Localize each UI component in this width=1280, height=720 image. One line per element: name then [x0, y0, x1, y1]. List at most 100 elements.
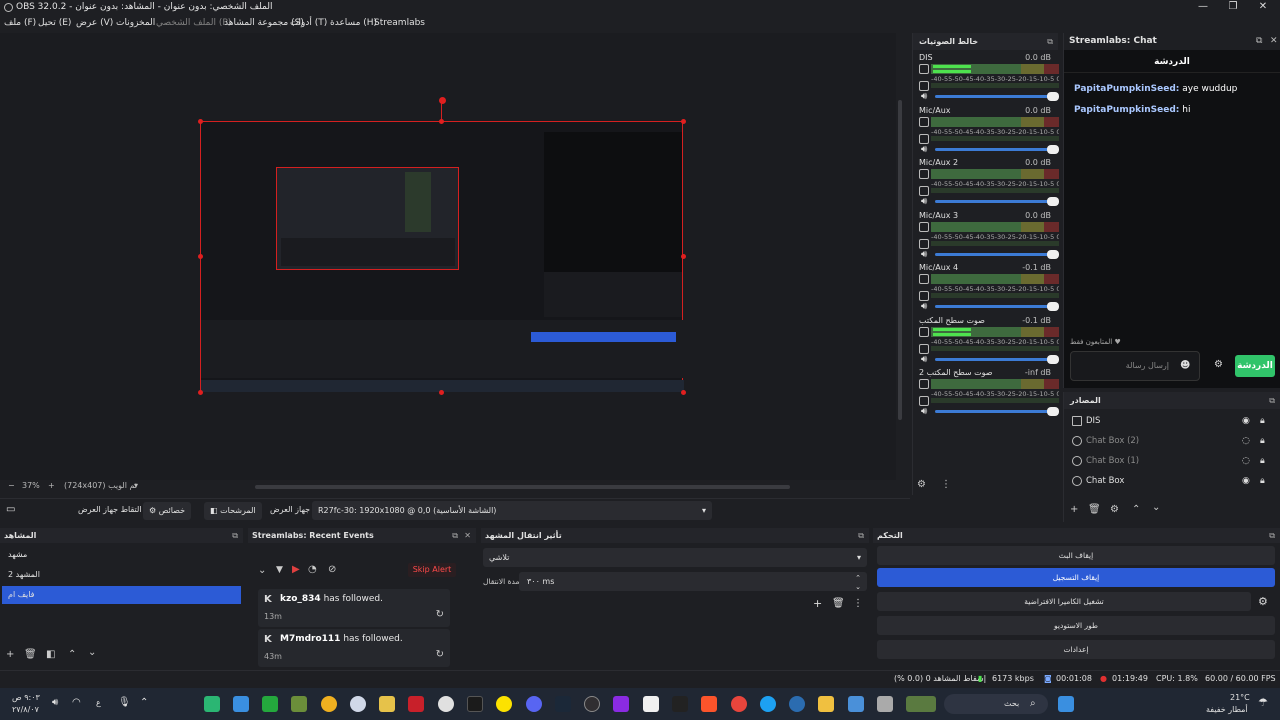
- mic-icon[interactable]: 🎙︎: [118, 697, 131, 708]
- menu-help[interactable]: مساعدة (H): [330, 18, 377, 28]
- collapse-icon[interactable]: ⌄: [258, 565, 266, 576]
- filter-icon[interactable]: ▼: [276, 565, 283, 575]
- start-virtual-camera-button[interactable]: تشغيل الكاميرا الافتراضية: [877, 592, 1251, 611]
- audio-properties-icon[interactable]: [919, 379, 929, 389]
- lock-icon[interactable]: 🔒︎: [1260, 411, 1265, 431]
- volume-slider[interactable]: [935, 144, 1059, 154]
- volume-slider-knob[interactable]: [1047, 407, 1059, 416]
- chat-send-button[interactable]: الدردشة: [1235, 355, 1275, 377]
- volume-slider[interactable]: [935, 92, 1059, 101]
- folder-icon[interactable]: [818, 696, 834, 712]
- xbox-icon[interactable]: [262, 696, 278, 712]
- undock-icon[interactable]: ⧉: [1269, 392, 1275, 409]
- search-box[interactable]: بحث ⌕: [944, 694, 1048, 714]
- chevron-down-icon[interactable]: ⌄: [88, 647, 96, 658]
- trash-icon[interactable]: 🗑︎: [24, 649, 37, 660]
- speaker-icon[interactable]: 🔊︎: [921, 196, 927, 207]
- brave-icon[interactable]: [701, 696, 717, 712]
- stop-recording-button[interactable]: إيقاف التسجيل: [877, 568, 1275, 587]
- mixer-menu-icon[interactable]: ⋮: [941, 479, 951, 490]
- zoom-out-button[interactable]: −: [8, 481, 15, 490]
- chat-username[interactable]: PapitaPumpkinSeed:: [1074, 105, 1179, 115]
- chat-username[interactable]: PapitaPumpkinSeed:: [1074, 84, 1179, 94]
- stop-streaming-button[interactable]: إيقاف البث: [877, 546, 1275, 565]
- chevron-down-icon[interactable]: ⌄: [1152, 502, 1160, 513]
- scene-item[interactable]: مشهد: [2, 546, 241, 564]
- obs-taskbar-icon[interactable]: [584, 696, 600, 712]
- repeat-icon[interactable]: ↻: [436, 609, 444, 620]
- skip-alert-button[interactable]: Skip Alert: [408, 563, 456, 577]
- volume-slider[interactable]: [935, 354, 1059, 364]
- chevron-up-icon[interactable]: ⌃: [68, 649, 76, 660]
- resize-handle-l[interactable]: [198, 254, 203, 259]
- duration-input[interactable]: ٣٠٠ ms ⌃ ⌄: [519, 572, 867, 591]
- resize-handle-r[interactable]: [681, 254, 686, 259]
- edge-icon-2[interactable]: [789, 696, 805, 712]
- zoom-dropdown-icon[interactable]: ▾: [134, 481, 138, 490]
- menu-streamlabs[interactable]: Streamlabs: [374, 18, 425, 28]
- preview-scrollbar-horizontal[interactable]: [255, 485, 790, 489]
- app-icon-6[interactable]: [350, 696, 366, 712]
- language-indicator[interactable]: ع: [96, 698, 101, 707]
- play-icon[interactable]: ▶: [292, 564, 300, 575]
- volume-slider[interactable]: [935, 249, 1059, 259]
- studio-mode-button[interactable]: طور الاستوديو: [877, 616, 1275, 635]
- eye-hidden-icon[interactable]: ◌: [1242, 431, 1250, 451]
- add-icon[interactable]: +: [6, 649, 14, 660]
- scene-item[interactable]: فايف ام: [2, 586, 241, 604]
- filters-button[interactable]: ◧ المرشحات: [204, 502, 262, 520]
- chrome-icon[interactable]: [731, 696, 747, 712]
- close-button[interactable]: ✕: [1248, 0, 1278, 15]
- rotation-handle[interactable]: [439, 97, 446, 104]
- menu-dots-icon[interactable]: ⋮: [853, 598, 863, 609]
- mixer-settings-icon[interactable]: ⚙: [917, 479, 926, 490]
- trash-icon[interactable]: 🗑︎: [832, 598, 845, 609]
- chevron-up-icon[interactable]: ⌃: [1132, 504, 1140, 515]
- volume-icon[interactable]: 🔊︎: [52, 697, 58, 708]
- undock-icon[interactable]: ⧉: [1047, 33, 1053, 50]
- app-icon-1[interactable]: [204, 696, 220, 712]
- menu-view[interactable]: عرض (V): [76, 18, 113, 28]
- undock-icon[interactable]: ⧉: [452, 528, 458, 543]
- app-icon-2[interactable]: [233, 696, 249, 712]
- app-icon-9[interactable]: [438, 696, 454, 712]
- close-icon[interactable]: ✕: [464, 528, 471, 543]
- audio-properties-icon[interactable]: [919, 116, 929, 127]
- source-item[interactable]: DIS ◉ 🔒︎: [1070, 411, 1275, 431]
- pause-alerts-icon[interactable]: ⊘: [328, 564, 336, 575]
- event-user[interactable]: kzo_834: [280, 594, 321, 604]
- virtual-camera-settings-icon[interactable]: ⚙: [1258, 595, 1268, 608]
- app-icon-8[interactable]: [408, 696, 424, 712]
- speaker-icon[interactable]: 🔊︎: [921, 354, 927, 365]
- zoom-in-button[interactable]: +: [48, 481, 55, 490]
- undock-icon[interactable]: ⧉: [858, 528, 864, 543]
- filter-icon[interactable]: ◧: [46, 649, 55, 660]
- minimize-button[interactable]: —: [1188, 0, 1218, 15]
- gear-icon[interactable]: [919, 238, 929, 249]
- speaker-icon[interactable]: 🔊︎: [921, 91, 927, 102]
- eye-hidden-icon[interactable]: ◌: [1242, 451, 1250, 471]
- clock-time[interactable]: ٩:٠٣ ص: [12, 693, 40, 702]
- undock-icon[interactable]: ⧉: [1269, 528, 1275, 543]
- clock-date[interactable]: ٢٧/٨/٠٧: [12, 705, 39, 714]
- undock-icon[interactable]: ⧉: [232, 528, 238, 543]
- menu-edit[interactable]: تحيل (E): [38, 18, 71, 28]
- volume-slider-knob[interactable]: [1047, 249, 1059, 259]
- epic-games-icon[interactable]: [467, 696, 483, 712]
- lock-icon[interactable]: 🔒︎: [1260, 431, 1265, 451]
- start-icon[interactable]: [1058, 696, 1074, 712]
- canvas-source-display-capture[interactable]: [200, 121, 684, 392]
- speaker-icon[interactable]: 🔊︎: [921, 144, 927, 155]
- display-select[interactable]: R27fc-30: 1920x1080 @ 0,0 (الشاشة الأساس…: [312, 501, 712, 520]
- discord-icon[interactable]: [526, 696, 542, 712]
- weather-desc[interactable]: أمطار خفيفة: [1206, 705, 1248, 714]
- speaker-icon[interactable]: 🔊︎: [921, 301, 927, 312]
- app-icon-16[interactable]: [643, 696, 659, 712]
- eye-icon[interactable]: ◉: [1242, 411, 1250, 431]
- lock-icon[interactable]: 🔒︎: [1260, 471, 1265, 491]
- source-item[interactable]: Chat Box (1) ◌ 🔒︎: [1070, 451, 1275, 471]
- speaker-icon[interactable]: 🔊︎: [921, 406, 927, 417]
- app-icon-15[interactable]: [613, 696, 629, 712]
- wifi-icon[interactable]: ◠: [72, 697, 81, 708]
- gear-icon[interactable]: [919, 186, 929, 196]
